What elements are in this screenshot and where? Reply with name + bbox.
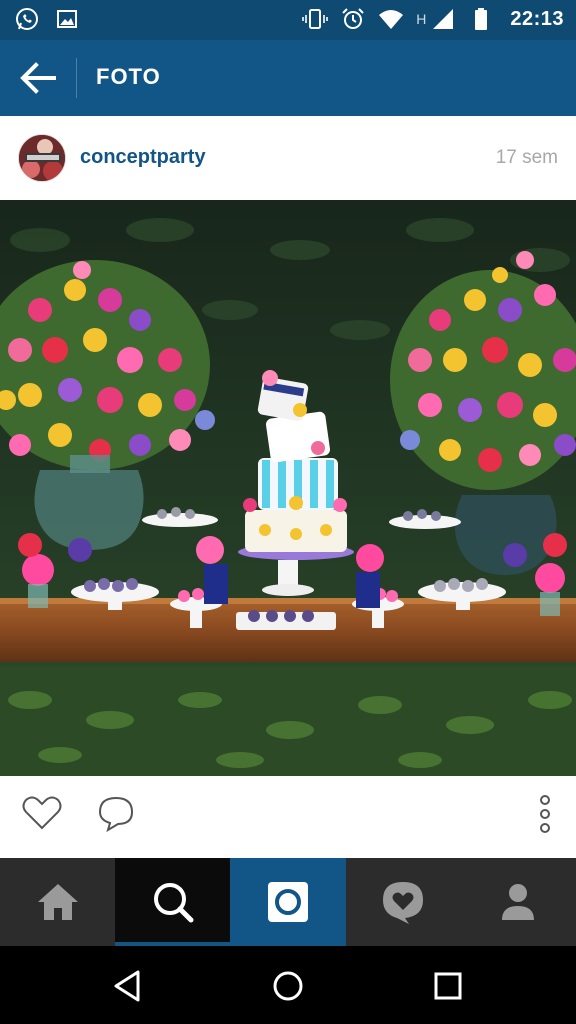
signal-icon	[433, 9, 454, 29]
vibrate-icon	[302, 9, 329, 29]
home-icon	[37, 884, 78, 920]
party-table-image	[0, 200, 576, 776]
gallery-icon	[57, 10, 77, 28]
post-actions	[0, 776, 576, 858]
comment-icon	[98, 796, 134, 833]
bottom-navigation	[0, 858, 576, 946]
status-bar: H 22:13	[0, 0, 576, 40]
system-navigation	[0, 946, 576, 1024]
search-icon	[153, 883, 194, 923]
camera-icon	[267, 882, 308, 922]
username-link[interactable]: conceptparty	[80, 146, 206, 169]
alarm-icon	[342, 8, 364, 29]
avatar-image	[19, 135, 65, 181]
network-type-label: H	[416, 11, 427, 27]
post-header: conceptparty 17 sem	[0, 116, 576, 200]
home-circle-icon	[273, 971, 303, 1001]
heart-icon	[22, 796, 62, 830]
avatar[interactable]	[18, 134, 66, 182]
back-button[interactable]	[16, 58, 60, 98]
arrow-left-icon	[20, 62, 56, 94]
system-recents-button[interactable]	[428, 966, 468, 1006]
battery-icon	[475, 8, 488, 30]
recents-square-icon	[434, 972, 462, 1000]
more-options-button[interactable]	[530, 790, 560, 838]
nav-activity[interactable]	[346, 858, 461, 946]
heart-bubble-icon	[383, 882, 424, 924]
nav-home[interactable]	[0, 858, 115, 946]
like-button[interactable]	[18, 790, 66, 838]
more-vertical-icon	[540, 795, 550, 833]
post-photo[interactable]	[0, 200, 576, 776]
status-clock: 22:13	[510, 7, 564, 30]
system-back-button[interactable]	[108, 966, 148, 1006]
app-bar-divider	[76, 58, 77, 98]
nav-search[interactable]	[115, 858, 231, 946]
nav-camera[interactable]	[230, 858, 346, 946]
system-home-button[interactable]	[268, 966, 308, 1006]
whatsapp-icon	[16, 8, 38, 30]
post-timestamp: 17 sem	[495, 147, 558, 168]
page-title: FOTO	[96, 64, 161, 89]
person-icon	[502, 884, 535, 920]
nav-profile[interactable]	[461, 858, 576, 946]
comment-button[interactable]	[92, 790, 140, 838]
app-bar: FOTO	[0, 40, 576, 116]
wifi-icon	[379, 10, 404, 29]
back-triangle-icon	[114, 970, 140, 1002]
